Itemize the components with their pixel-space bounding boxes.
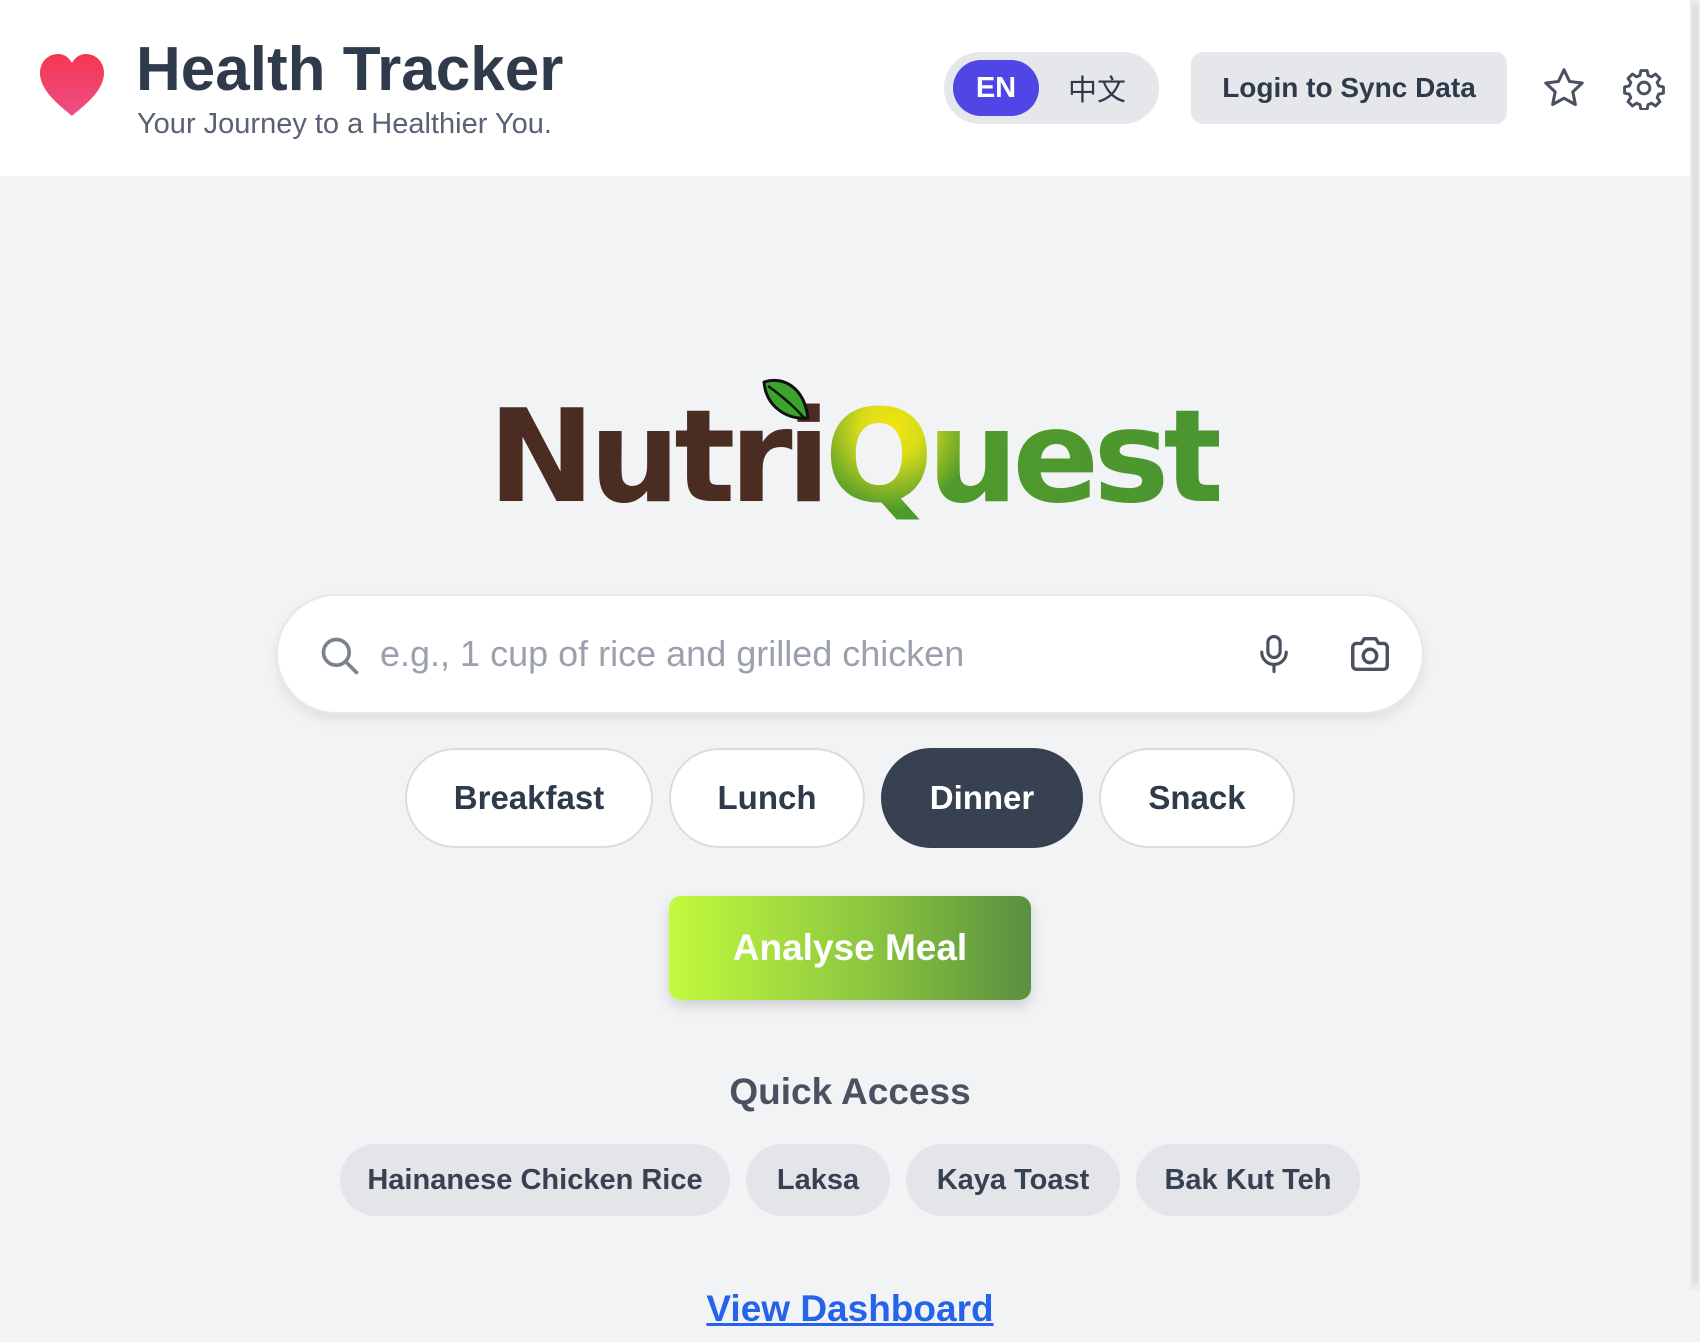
app-header: Health Tracker Your Journey to a Healthi…: [0, 0, 1690, 176]
voice-input-button[interactable]: [1246, 626, 1302, 682]
nutriquest-logo: NutriQuest: [488, 378, 1225, 530]
analyse-meal-button[interactable]: Analyse Meal: [669, 896, 1031, 1000]
quick-access-item[interactable]: Bak Kut Teh: [1136, 1144, 1360, 1216]
language-option-zh[interactable]: 中文: [1049, 60, 1145, 116]
language-toggle: EN 中文: [944, 52, 1159, 124]
search-icon: [321, 637, 359, 675]
leaf-icon: [762, 378, 810, 421]
microphone-icon: [1260, 634, 1288, 674]
quick-access-item[interactable]: Laksa: [746, 1144, 890, 1216]
dashboard-link-row: View Dashboard: [0, 1286, 1700, 1332]
app-title: Health Tracker: [136, 35, 564, 104]
language-option-en[interactable]: EN: [953, 60, 1039, 116]
quick-access-item[interactable]: Kaya Toast: [906, 1144, 1120, 1216]
camera-icon: [1351, 636, 1389, 672]
app-subtitle: Your Journey to a Healthier You.: [137, 108, 552, 140]
meal-type-lunch[interactable]: Lunch: [669, 748, 865, 848]
favorites-button[interactable]: [1540, 64, 1588, 112]
view-dashboard-link[interactable]: View Dashboard: [706, 1288, 993, 1329]
quick-access-item[interactable]: Hainanese Chicken Rice: [340, 1144, 730, 1216]
quick-access-title: Quick Access: [729, 1071, 971, 1112]
meal-type-dinner[interactable]: Dinner: [881, 748, 1083, 848]
login-sync-button[interactable]: Login to Sync Data: [1191, 52, 1507, 124]
settings-button[interactable]: [1620, 64, 1668, 112]
meal-search-input[interactable]: [380, 616, 1240, 692]
gear-icon: [1623, 69, 1665, 110]
photo-input-button[interactable]: [1340, 626, 1400, 682]
meal-type-snack[interactable]: Snack: [1099, 748, 1295, 848]
meal-search-bar: [276, 594, 1424, 714]
logo-part-quest: Quest: [824, 383, 1224, 532]
star-icon: [1544, 68, 1584, 107]
heart-icon: [40, 54, 104, 116]
meal-type-breakfast[interactable]: Breakfast: [405, 748, 653, 848]
logo-wordmark: NutriQuest: [488, 388, 1225, 528]
